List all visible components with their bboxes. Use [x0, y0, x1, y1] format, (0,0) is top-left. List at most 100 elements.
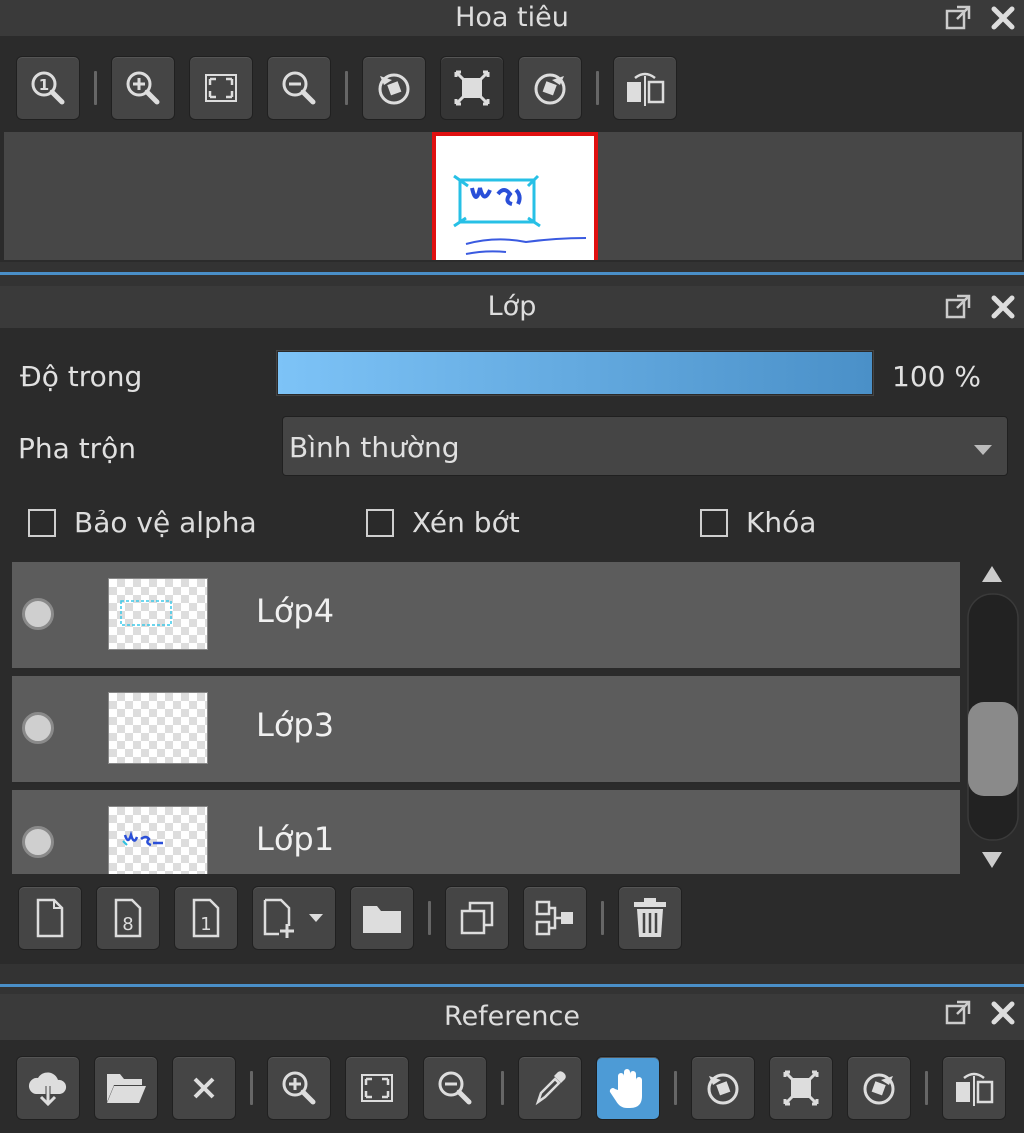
undock-icon[interactable] — [944, 4, 972, 32]
new-folder-button[interactable] — [350, 886, 414, 950]
separator — [501, 1071, 504, 1105]
fit-screen-button[interactable] — [345, 1056, 409, 1120]
checkbox-box — [700, 508, 728, 537]
clipping-checkbox[interactable]: Xén bớt — [366, 506, 520, 539]
rotate-left-icon — [703, 1068, 743, 1108]
opacity-value: 100 % — [892, 360, 981, 393]
navigator-panel: Hoa tiêu 1 — [0, 0, 1024, 262]
flip-horizontal-button[interactable] — [613, 56, 677, 120]
separator — [94, 71, 97, 105]
trash-icon — [630, 896, 670, 940]
opacity-slider[interactable] — [276, 350, 874, 396]
close-icon — [187, 1071, 221, 1105]
zoom-in-button[interactable] — [267, 1056, 331, 1120]
visibility-toggle-icon[interactable] — [22, 826, 54, 858]
zoom-in-icon — [123, 68, 163, 108]
close-panel-icon[interactable] — [990, 5, 1016, 31]
close-panel-icon[interactable] — [990, 1000, 1016, 1026]
layer-name: Lớp1 — [256, 820, 335, 858]
layer-thumbnail — [108, 806, 208, 874]
zoom-out-button[interactable] — [423, 1056, 487, 1120]
eyedropper-icon — [530, 1068, 570, 1108]
new-1bit-layer-icon: 1 — [186, 896, 226, 940]
visibility-toggle-icon[interactable] — [22, 712, 54, 744]
zoom-out-icon — [435, 1068, 475, 1108]
opacity-slider-fill — [278, 352, 872, 394]
rotate-right-icon — [530, 68, 570, 108]
lock-label: Khóa — [746, 506, 817, 539]
delete-layer-button[interactable] — [618, 886, 682, 950]
protect-alpha-label: Bảo vệ alpha — [74, 506, 257, 539]
new-layer-icon — [30, 896, 70, 940]
close-reference-button[interactable] — [172, 1056, 236, 1120]
zoom-actual-button[interactable]: 1 — [16, 56, 80, 120]
merge-down-button[interactable] — [523, 886, 587, 950]
zoom-out-button[interactable] — [267, 56, 331, 120]
fit-window-icon — [452, 68, 492, 108]
new-1bit-layer-button[interactable]: 1 — [174, 886, 238, 950]
separator — [596, 71, 599, 105]
blend-mode-select[interactable]: Bình thường — [282, 416, 1008, 476]
cloud-download-icon — [26, 1066, 70, 1110]
checkbox-box — [366, 508, 394, 537]
layer-row-1[interactable]: Lớp1 — [12, 790, 960, 874]
reference-panel: Reference — [0, 994, 1024, 1133]
fit-window-button[interactable] — [440, 56, 504, 120]
zoom-actual-icon: 1 — [28, 68, 68, 108]
protect-alpha-checkbox[interactable]: Bảo vệ alpha — [28, 506, 257, 539]
rotate-right-button[interactable] — [518, 56, 582, 120]
visibility-toggle-icon[interactable] — [22, 598, 54, 630]
flip-horizontal-button[interactable] — [942, 1056, 1006, 1120]
folder-icon — [360, 898, 404, 938]
layer-list: Lớp4 Lớp3 Lớp1 — [0, 560, 1024, 874]
opacity-label: Độ trong — [20, 360, 143, 393]
new-8bit-layer-icon: 8 — [108, 896, 148, 940]
layer-row-3[interactable]: Lớp3 — [12, 676, 960, 784]
cloud-download-button[interactable] — [16, 1056, 80, 1120]
fit-screen-icon — [201, 68, 241, 108]
layer-name: Lớp4 — [256, 592, 335, 630]
layer-row-4[interactable]: Lớp4 — [12, 562, 960, 670]
blend-mode-value: Bình thường — [289, 431, 460, 464]
duplicate-icon — [457, 898, 497, 938]
clipping-label: Xén bớt — [412, 506, 520, 539]
reference-toolbar — [16, 1056, 1006, 1120]
navigator-toolbar: 1 — [16, 56, 691, 120]
lock-checkbox[interactable]: Khóa — [700, 506, 816, 539]
rotate-left-button[interactable] — [362, 56, 426, 120]
duplicate-layer-button[interactable] — [445, 886, 509, 950]
navigator-title: Hoa tiêu — [0, 0, 1024, 36]
open-folder-icon — [104, 1068, 148, 1108]
separator — [250, 1071, 253, 1105]
new-layer-button[interactable] — [18, 886, 82, 950]
svg-text:1: 1 — [200, 914, 211, 935]
separator — [601, 901, 604, 935]
layer-scrollbar[interactable] — [962, 560, 1022, 874]
new-8bit-layer-button[interactable]: 8 — [96, 886, 160, 950]
blend-label: Pha trộn — [18, 432, 137, 465]
fit-window-button[interactable] — [769, 1056, 833, 1120]
zoom-out-icon — [279, 68, 319, 108]
close-panel-icon[interactable] — [990, 294, 1016, 320]
navigator-preview-area[interactable] — [4, 132, 1022, 260]
navigator-canvas-thumbnail — [432, 132, 598, 260]
layer-thumbnail — [108, 578, 208, 650]
undock-icon[interactable] — [944, 999, 972, 1027]
rotate-left-button[interactable] — [691, 1056, 755, 1120]
undock-icon[interactable] — [944, 293, 972, 321]
separator — [925, 1071, 928, 1105]
add-layer-menu-button[interactable] — [252, 886, 336, 950]
rotate-right-button[interactable] — [847, 1056, 911, 1120]
hand-tool-button[interactable] — [596, 1056, 660, 1120]
layer-thumbnail — [108, 692, 208, 764]
fit-screen-button[interactable] — [189, 56, 253, 120]
checkbox-box — [28, 508, 56, 537]
zoom-in-icon — [279, 1068, 319, 1108]
canvas-artwork-icon — [453, 174, 587, 255]
zoom-in-button[interactable] — [111, 56, 175, 120]
separator — [428, 901, 431, 935]
scrollbar-arrows-icon — [967, 566, 1019, 868]
eyedropper-button[interactable] — [518, 1056, 582, 1120]
open-folder-button[interactable] — [94, 1056, 158, 1120]
chevron-down-icon — [973, 441, 993, 460]
